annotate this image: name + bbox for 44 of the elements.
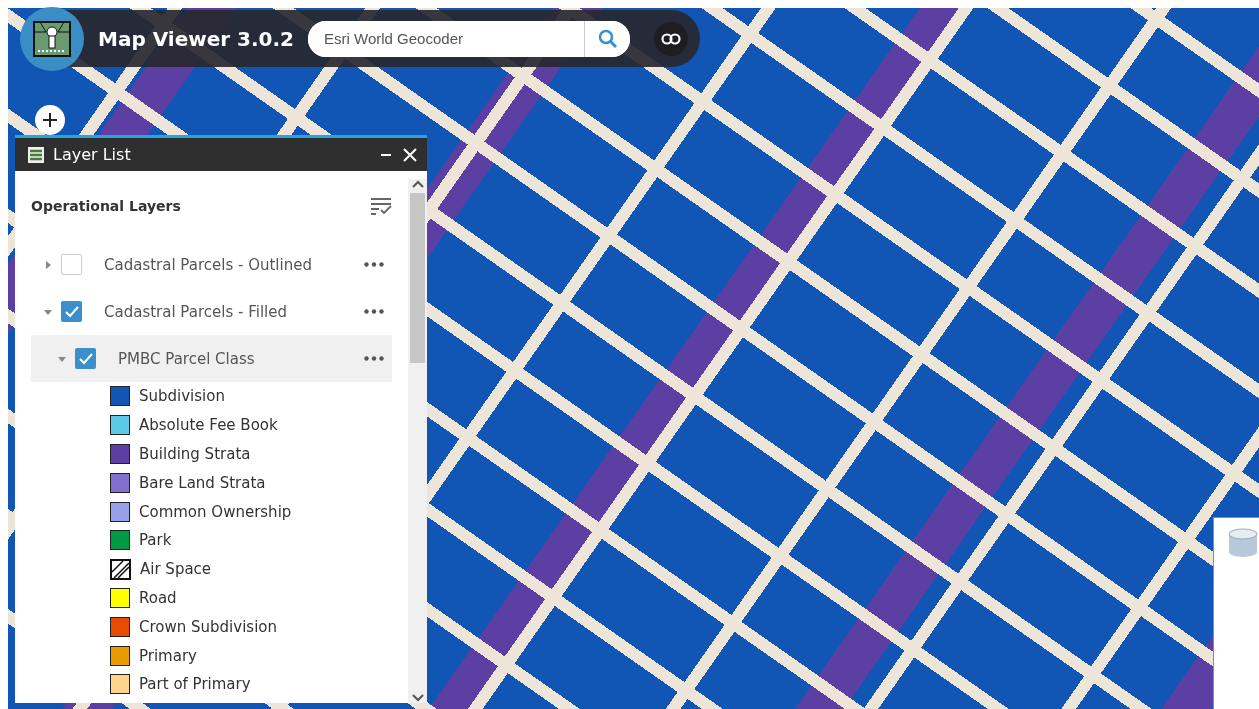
minimize-icon [381, 153, 391, 156]
checklist-icon[interactable] [370, 197, 392, 215]
scroll-up-icon[interactable] [410, 179, 425, 189]
checkbox[interactable] [61, 254, 82, 275]
legend-label: Air Space [140, 560, 212, 579]
hatched-swatch [110, 558, 131, 580]
checkbox[interactable] [75, 348, 96, 369]
close-button[interactable] [401, 145, 419, 164]
plus-icon [42, 112, 58, 128]
legend-label: Common Ownership [139, 502, 292, 521]
layer-name: Cadastral Parcels - Outlined [104, 255, 313, 274]
layers-icon [27, 145, 45, 164]
section-title: Operational Layers [31, 198, 181, 214]
scroll-down-icon[interactable] [410, 693, 425, 703]
scrollbar[interactable] [408, 179, 427, 703]
app-title: Map Viewer 3.0.2 [98, 26, 295, 51]
more-options-icon[interactable] [364, 356, 384, 361]
layer-row[interactable]: PMBC Parcel Class [31, 335, 392, 382]
search-button[interactable] [584, 20, 631, 57]
database-icon [1228, 528, 1258, 558]
layer-name: Cadastral Parcels - Filled [104, 302, 288, 321]
legend-label: Bare Land Strata [139, 473, 266, 492]
link-button[interactable] [654, 21, 688, 56]
legend-label: Crown Subdivision [139, 617, 277, 636]
layer-row[interactable]: Cadastral Parcels - Outlined [31, 241, 392, 288]
legend-label: Park [139, 531, 172, 550]
legend-label: Absolute Fee Book [139, 416, 278, 435]
scroll-thumb[interactable] [410, 193, 425, 363]
close-icon [403, 147, 417, 162]
link-icon [661, 32, 681, 45]
more-options-icon[interactable] [364, 309, 384, 314]
legend-label: Subdivision [139, 387, 225, 406]
panel-title: Layer List [53, 145, 132, 164]
minimize-button[interactable] [379, 151, 393, 158]
legend-label: Road [139, 588, 177, 607]
legend-label: Building Strata [139, 445, 251, 463]
search-icon [597, 28, 618, 49]
more-options-icon[interactable] [364, 262, 384, 267]
layer-row[interactable]: Cadastral Parcels - Filled [31, 288, 392, 335]
layer-name: PMBC Parcel Class [118, 349, 256, 368]
legend-label: Part of Primary [139, 675, 251, 694]
legend-label: Primary [139, 646, 197, 665]
checkbox[interactable] [61, 301, 82, 322]
search-field[interactable]: Esri World Geocoder [308, 20, 631, 57]
